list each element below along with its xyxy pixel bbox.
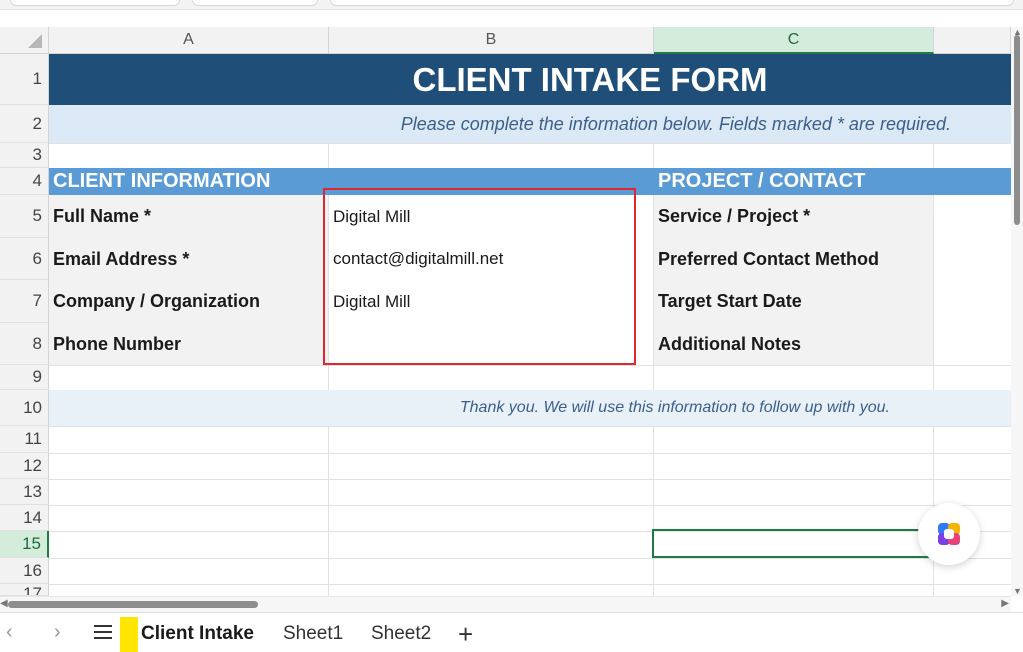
row-header-14[interactable]: 14	[0, 505, 49, 531]
formula-bar[interactable]	[330, 0, 1014, 6]
label-company[interactable]: Company / Organization	[49, 280, 328, 323]
copilot-button[interactable]	[918, 503, 980, 565]
column-header-b[interactable]: B	[329, 27, 654, 54]
label-contact-method[interactable]: Preferred Contact Method	[654, 238, 933, 280]
scroll-right-icon[interactable]: ▶	[1001, 598, 1009, 609]
label-phone[interactable]: Phone Number	[49, 323, 328, 365]
sheet-list-icon[interactable]	[94, 625, 112, 639]
row-header-8[interactable]: 8	[0, 323, 49, 365]
row-header-12[interactable]: 12	[0, 453, 49, 479]
row-header-13[interactable]: 13	[0, 479, 49, 505]
form-subtitle: Please complete the information below. F…	[400, 114, 951, 134]
highlight-box	[323, 188, 636, 365]
scroll-down-icon[interactable]: ▼	[1013, 586, 1022, 596]
horizontal-scrollbar[interactable]: ◀ ▶	[0, 596, 1011, 612]
select-all-corner[interactable]	[0, 27, 49, 54]
select-all-icon	[28, 34, 42, 48]
column-header-c[interactable]: C	[654, 27, 934, 54]
toolbar-strip	[0, 0, 1023, 10]
vertical-scrollbar[interactable]: ▲ ▼	[1011, 27, 1023, 596]
project-section-header: PROJECT / CONTACT	[658, 170, 866, 192]
copilot-icon	[938, 523, 960, 545]
row-header-10[interactable]: 10	[0, 390, 49, 426]
thanks-message: Thank you. We will use this information …	[459, 399, 890, 416]
row-header-9[interactable]: 9	[0, 365, 49, 390]
row-header-3[interactable]: 3	[0, 143, 49, 168]
row-header-17[interactable]: 17	[0, 584, 49, 596]
column-header-d[interactable]	[934, 27, 1011, 54]
scroll-left-icon[interactable]: ◀	[0, 598, 8, 609]
horizontal-scroll-thumb[interactable]	[8, 601, 258, 608]
next-sheet-icon[interactable]: ›	[54, 621, 61, 644]
row-header-5[interactable]: 5	[0, 195, 49, 238]
name-box[interactable]	[10, 0, 180, 6]
tab-color-marker	[120, 617, 138, 652]
row-header-2[interactable]: 2	[0, 105, 49, 143]
active-cell-c15[interactable]	[652, 529, 932, 558]
tab-client-intake[interactable]: Client Intake	[141, 623, 254, 645]
row-header-16[interactable]: 16	[0, 558, 49, 584]
tab-sheet2[interactable]: Sheet2	[371, 623, 431, 645]
formula-controls[interactable]	[192, 0, 318, 6]
label-full-name[interactable]: Full Name *	[49, 195, 328, 238]
prev-sheet-icon[interactable]: ‹	[6, 621, 13, 644]
column-header-a[interactable]: A	[49, 27, 329, 54]
label-notes[interactable]: Additional Notes	[654, 323, 933, 365]
row-header-15[interactable]: 15	[0, 531, 49, 558]
vertical-scroll-thumb[interactable]	[1014, 35, 1020, 225]
row-header-7[interactable]: 7	[0, 280, 49, 323]
row-header-4[interactable]: 4	[0, 168, 49, 195]
row-header-11[interactable]: 11	[0, 426, 49, 453]
label-start-date[interactable]: Target Start Date	[654, 280, 933, 323]
form-title: CLIENT INTAKE FORM	[412, 61, 768, 98]
client-section-header: CLIENT INFORMATION	[53, 170, 271, 192]
sheet-tab-bar: ‹ › Client Intake Sheet1 Sheet2 +	[0, 612, 1023, 652]
label-email[interactable]: Email Address *	[49, 238, 328, 280]
tab-sheet1[interactable]: Sheet1	[283, 623, 343, 645]
row-header-1[interactable]: 1	[0, 54, 49, 105]
row-header-6[interactable]: 6	[0, 238, 49, 280]
add-sheet-button[interactable]: +	[458, 619, 473, 650]
label-service-project[interactable]: Service / Project *	[654, 195, 933, 238]
